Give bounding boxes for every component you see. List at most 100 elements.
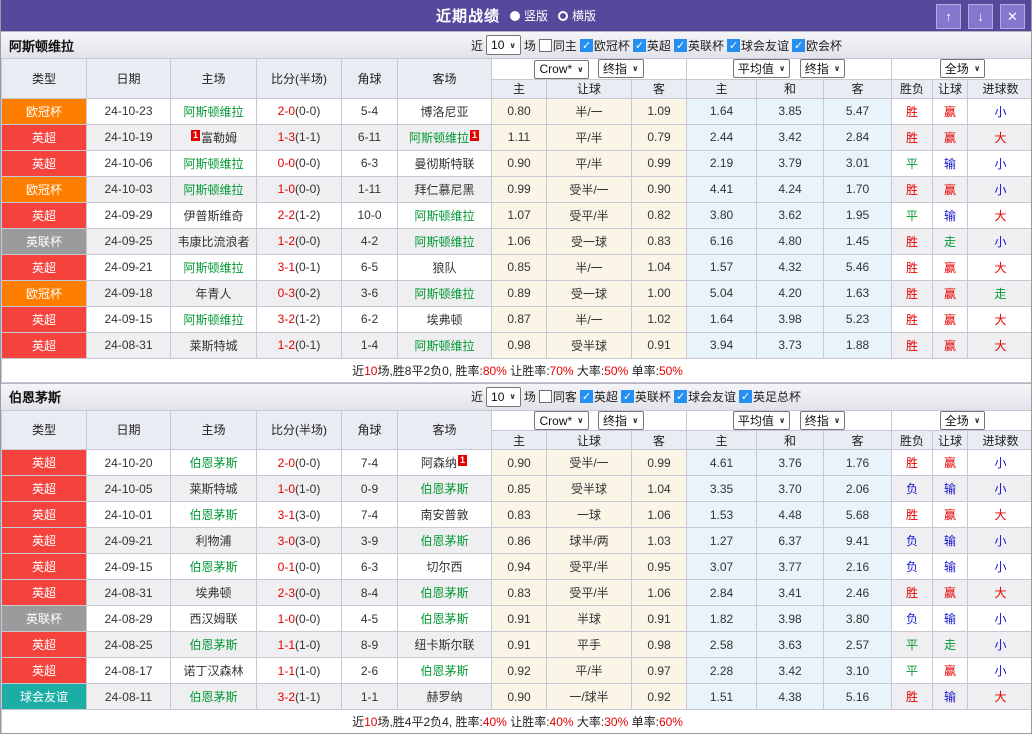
team-name[interactable]: 阿森纳	[421, 456, 457, 470]
team-name[interactable]: 阿斯顿维拉	[183, 261, 243, 275]
odds-stage-select[interactable]: 终指 ∨	[799, 410, 846, 430]
scroll-down-button[interactable]: ↓	[968, 4, 993, 29]
team-name[interactable]: 伯恩茅斯	[420, 586, 468, 600]
corner-count: 2-6	[341, 657, 398, 684]
same-away-checkbox[interactable]: 同客	[538, 388, 577, 405]
team-name[interactable]: 阿斯顿维拉	[183, 183, 243, 197]
team-name[interactable]: 阿斯顿维拉	[414, 209, 474, 223]
result-handicap: 赢	[932, 449, 969, 476]
average-select[interactable]: 平均值 ∨	[732, 410, 791, 430]
league-filter-checkbox[interactable]: 英联杯	[620, 388, 671, 405]
fulltime-score: 3-0	[277, 533, 295, 548]
team-name[interactable]: 阿斯顿维拉	[409, 131, 469, 145]
team-name[interactable]: 利物浦	[195, 534, 231, 548]
team-name[interactable]: 伯恩茅斯	[420, 664, 468, 678]
crow-away-odds: 1.06	[630, 579, 688, 606]
crow-away-odds: 1.06	[630, 501, 688, 528]
team-name[interactable]: 南安普敦	[420, 508, 468, 522]
fulltime-score: 3-2	[277, 312, 295, 326]
team-name[interactable]: 阿斯顿维拉	[183, 105, 243, 119]
bookmaker-select[interactable]: Crow* ∨	[534, 59, 589, 79]
result-outcome: 胜	[891, 305, 934, 333]
period-select[interactable]: 全场 ∨	[939, 59, 986, 79]
odds-stage-select[interactable]: 终指 ∨	[598, 410, 644, 430]
away-team: 伯恩茅斯	[397, 527, 492, 554]
team-name[interactable]: 切尔西	[426, 560, 462, 574]
team-name[interactable]: 埃弗顿	[195, 586, 231, 600]
team-name[interactable]: 莱斯特城	[189, 339, 237, 353]
team-name[interactable]: 莱斯特城	[189, 482, 237, 496]
team-name[interactable]: 伯恩茅斯	[189, 560, 237, 574]
team-name[interactable]: 埃弗顿	[426, 313, 462, 327]
match-count-select[interactable]: 10 ∨	[486, 35, 521, 55]
avg-home-odds: 1.27	[686, 527, 758, 554]
team-name[interactable]: 阿斯顿维拉	[414, 235, 474, 249]
result-handicap: 输	[932, 553, 969, 580]
crow-home-odds: 1.07	[491, 201, 547, 229]
team-name[interactable]: 伯恩茅斯	[189, 638, 237, 652]
bookmaker-select[interactable]: Crow* ∨	[534, 411, 589, 430]
match-row: 英超 24-09-21 利物浦 3-0(3-0) 3-9 伯恩茅斯 0.86 球半/两 1.03…	[1, 527, 1031, 554]
team-name[interactable]: 阿斯顿维拉	[183, 313, 243, 327]
team-name[interactable]: 伯恩茅斯	[420, 482, 468, 496]
team-name[interactable]: 纽卡斯尔联	[414, 638, 474, 652]
home-team: 伊普斯维奇	[170, 201, 257, 229]
league-filter-checkbox[interactable]: 球会友谊	[726, 37, 789, 54]
subcol-outcome: 胜负	[891, 430, 934, 450]
layout-radio-horizontal[interactable]: 横版	[558, 7, 596, 24]
league-filter-checkbox[interactable]: 球会友谊	[673, 388, 736, 405]
team-name[interactable]: 阿斯顿维拉	[414, 287, 474, 301]
checkbox-label: 欧会杯	[805, 38, 842, 53]
result-goals: 小	[967, 449, 1031, 476]
team-name[interactable]: 韦康比流浪者	[177, 235, 249, 249]
team-name[interactable]: 诺丁汉森林	[183, 664, 243, 678]
fulltime-score: 1-2	[277, 234, 295, 248]
league-filter-checkbox[interactable]: 英超	[579, 388, 618, 405]
result-handicap: 走	[932, 227, 969, 255]
team-name[interactable]: 狼队	[432, 261, 456, 275]
team-name[interactable]: 富勒姆	[201, 131, 237, 145]
team-name[interactable]: 伯恩茅斯	[189, 456, 237, 470]
select-value: 终指	[603, 62, 628, 76]
league-filter-checkbox[interactable]: 英足总杯	[738, 388, 801, 405]
halftime-score: (0-0)	[295, 585, 321, 600]
avg-draw-odds: 4.48	[756, 501, 825, 528]
team-name[interactable]: 阿斯顿维拉	[183, 157, 243, 171]
result-handicap: 赢	[932, 123, 969, 151]
team-name[interactable]: 阿斯顿维拉	[414, 339, 474, 353]
select-value: 平均值	[737, 413, 774, 428]
score: 1-1(1-0)	[256, 657, 342, 684]
team-name[interactable]: 伯恩茅斯	[189, 690, 237, 704]
period-select[interactable]: 全场 ∨	[939, 410, 986, 430]
match-count-select[interactable]: 10 ∨	[486, 386, 521, 407]
match-date: 24-08-11	[86, 683, 171, 710]
league-filter-checkbox[interactable]: 英超	[632, 37, 671, 54]
team-name[interactable]: 伊普斯维奇	[183, 209, 243, 223]
team-name[interactable]: 赫罗纳	[426, 690, 462, 704]
team-name[interactable]: 博洛尼亚	[420, 105, 468, 119]
team-name[interactable]: 拜仁慕尼黑	[414, 183, 474, 197]
avg-draw-odds: 3.85	[756, 97, 825, 125]
league-filter-checkbox[interactable]: 欧会杯	[791, 37, 842, 54]
odds-stage-select[interactable]: 终指 ∨	[799, 59, 846, 79]
team-name[interactable]: 曼彻斯特联	[414, 157, 474, 171]
league-filter-checkbox[interactable]: 欧冠杯	[579, 37, 630, 54]
scroll-up-button[interactable]: ↑	[936, 4, 961, 29]
avg-away-odds: 2.46	[823, 579, 893, 606]
avg-away-odds: 2.57	[823, 631, 893, 658]
odds-stage-select[interactable]: 终指 ∨	[598, 59, 644, 78]
team-name[interactable]: 西汉姆联	[189, 612, 237, 626]
avg-draw-odds: 3.98	[756, 305, 825, 333]
team-name[interactable]: 年青人	[195, 287, 231, 301]
league-filter-checkbox[interactable]: 英联杯	[673, 37, 724, 54]
chevron-down-icon: ∨	[632, 64, 639, 73]
team-name[interactable]: 伯恩茅斯	[189, 508, 237, 522]
average-select-group: 平均值 ∨ 终指 ∨	[686, 58, 893, 80]
team-name[interactable]: 伯恩茅斯	[420, 534, 468, 548]
close-button[interactable]: ✕	[1000, 4, 1025, 29]
layout-radio-vertical[interactable]: 竖版	[509, 7, 548, 24]
average-select[interactable]: 平均值 ∨	[732, 59, 791, 79]
same-home-checkbox[interactable]: 同主	[538, 37, 577, 54]
team-name[interactable]: 伯恩茅斯	[420, 612, 468, 626]
avg-draw-odds: 3.63	[756, 631, 825, 658]
